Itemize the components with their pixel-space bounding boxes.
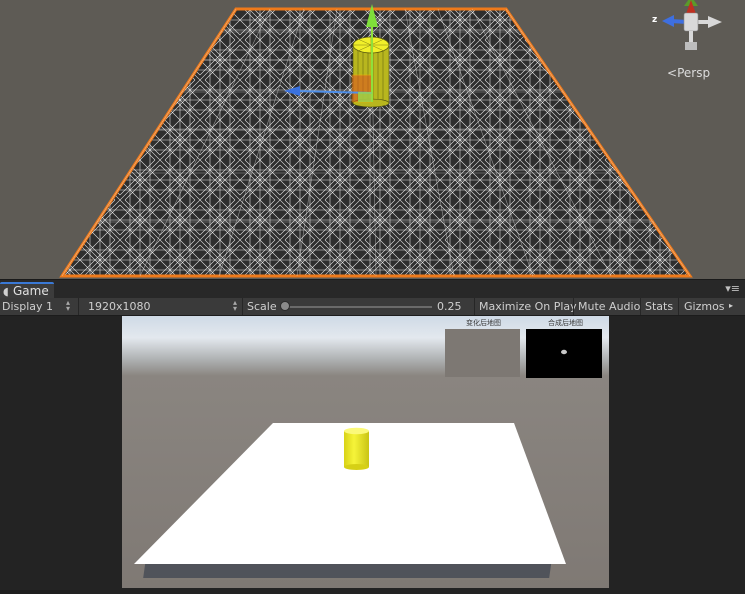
minimap-right-blob [561,349,567,355]
scale-value: 0.25 [437,300,462,313]
game-tab-bar: ◖ Game ▾≡ [0,279,745,299]
scene-canvas[interactable] [0,0,745,279]
resolution-updown-icon: ▴ ▾ [233,298,238,313]
minimap-right-title: 合成后地图 [548,319,583,327]
tab-game-label: Game [13,284,49,298]
axis-z-label: z [652,15,658,25]
stats-toggle[interactable]: Stats [645,300,673,313]
toolbar-divider [640,298,641,315]
status-strip [0,590,70,594]
plane-shadow [143,564,552,578]
toolbar-divider [242,298,243,315]
resolution-dropdown[interactable]: 1920x1080 [88,300,151,313]
gizmos-dropdown-arrow-icon[interactable]: ▸ [729,301,733,310]
minimap-left-title: 变化后地图 [466,319,501,327]
scale-slider-thumb[interactable] [280,301,290,311]
game-render [122,316,609,588]
game-viewport[interactable]: 变化后地图 合成后地图 [122,316,609,588]
persp-icon: < [667,66,678,80]
display-dropdown[interactable]: Display 1 [2,300,53,313]
orientation-gizmo[interactable] [648,0,728,64]
gizmos-dropdown[interactable]: Gizmos [684,300,725,313]
scale-slider-track[interactable] [285,306,432,308]
game-cylinder [344,427,369,470]
toolbar-divider [678,298,679,315]
scale-label: Scale [247,300,277,313]
panel-menu-icon[interactable]: ▾≡ [725,282,740,295]
toolbar-divider [573,298,574,315]
toolbar-divider [78,298,79,315]
mute-audio-toggle[interactable]: Mute Audio [578,300,640,313]
minimap-left [445,329,520,377]
toolbar-divider [474,298,475,315]
view-mode-label: Persp [677,66,711,80]
game-area: 变化后地图 合成后地图 [0,316,745,594]
pacman-icon: ◖ [3,285,9,298]
display-updown-icon: ▴ ▾ [66,298,71,313]
persp-toggle[interactable]: <Persp [667,66,710,80]
maximize-on-play-toggle[interactable]: Maximize On Play [479,300,577,313]
scene-view[interactable]: z <Persp [0,0,745,279]
tab-game[interactable]: ◖ Game [0,282,54,299]
game-toolbar: Display 1 ▴ ▾ 1920x1080 ▴ ▾ Scale 0.25 Max… [0,298,745,316]
